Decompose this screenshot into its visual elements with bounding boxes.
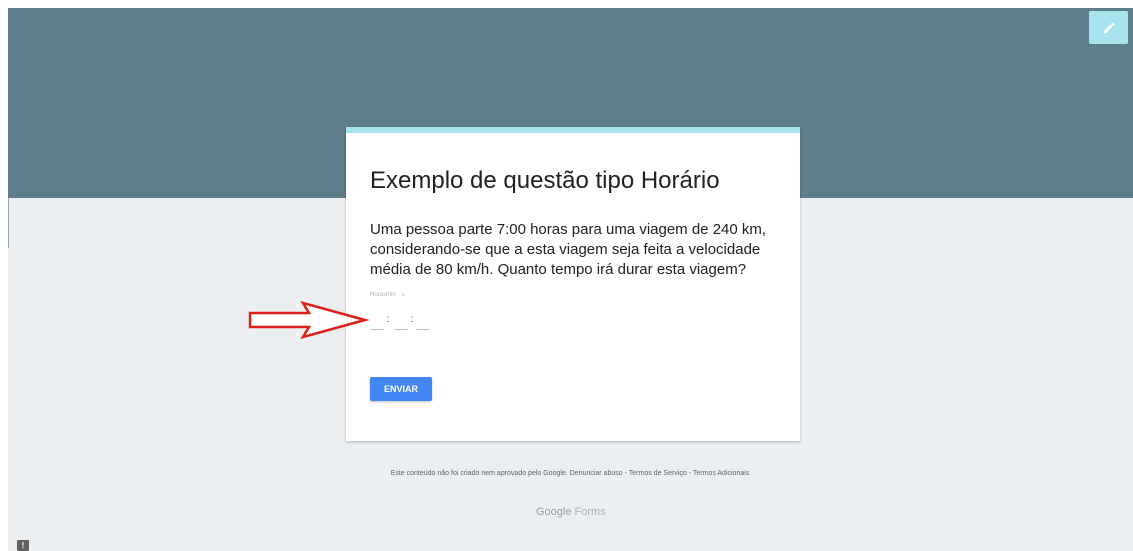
seconds-label: s <box>401 292 405 298</box>
footer-separator: - <box>624 470 627 477</box>
disclaimer-text: Este conteúdo não foi criado nem aprovad… <box>390 470 568 477</box>
brand-google: Google <box>536 506 572 518</box>
form-card: Exemplo de questão tipo Horário Uma pess… <box>346 127 800 441</box>
terms-link[interactable]: Termos de Serviço <box>629 470 687 477</box>
brand-forms: Forms <box>574 506 606 518</box>
time-separator: : <box>411 314 414 325</box>
footer-separator: - <box>688 470 692 477</box>
seconds-field[interactable] <box>417 314 430 330</box>
question-text: Uma pessoa parte 7:00 horas para uma via… <box>370 221 767 278</box>
report-problem-button[interactable]: ! <box>17 540 29 551</box>
submit-button[interactable]: ENVIAR <box>370 377 432 401</box>
pencil-icon <box>1103 22 1114 33</box>
time-separator: : <box>387 314 390 325</box>
minutes-field[interactable] <box>394 314 407 330</box>
footer-disclaimer: Este conteúdo não foi criado nem aprovad… <box>360 469 780 478</box>
divider <box>8 198 9 248</box>
annotation-arrow <box>248 301 370 339</box>
time-labels: Horasmin s <box>370 292 405 298</box>
page: Exemplo de questão tipo Horário Uma pess… <box>0 0 1133 551</box>
hours-field[interactable] <box>370 314 383 330</box>
form-title: Exemplo de questão tipo Horário <box>370 167 720 194</box>
additional-terms-link[interactable]: Termos Adicionais <box>693 470 749 477</box>
edit-button[interactable] <box>1089 11 1128 44</box>
report-abuse-link[interactable]: Denunciar abuso <box>570 470 623 477</box>
minutes-label: min <box>386 292 396 298</box>
google-forms-logo[interactable]: Google Forms <box>536 506 606 518</box>
hours-label: Horas <box>370 292 387 298</box>
